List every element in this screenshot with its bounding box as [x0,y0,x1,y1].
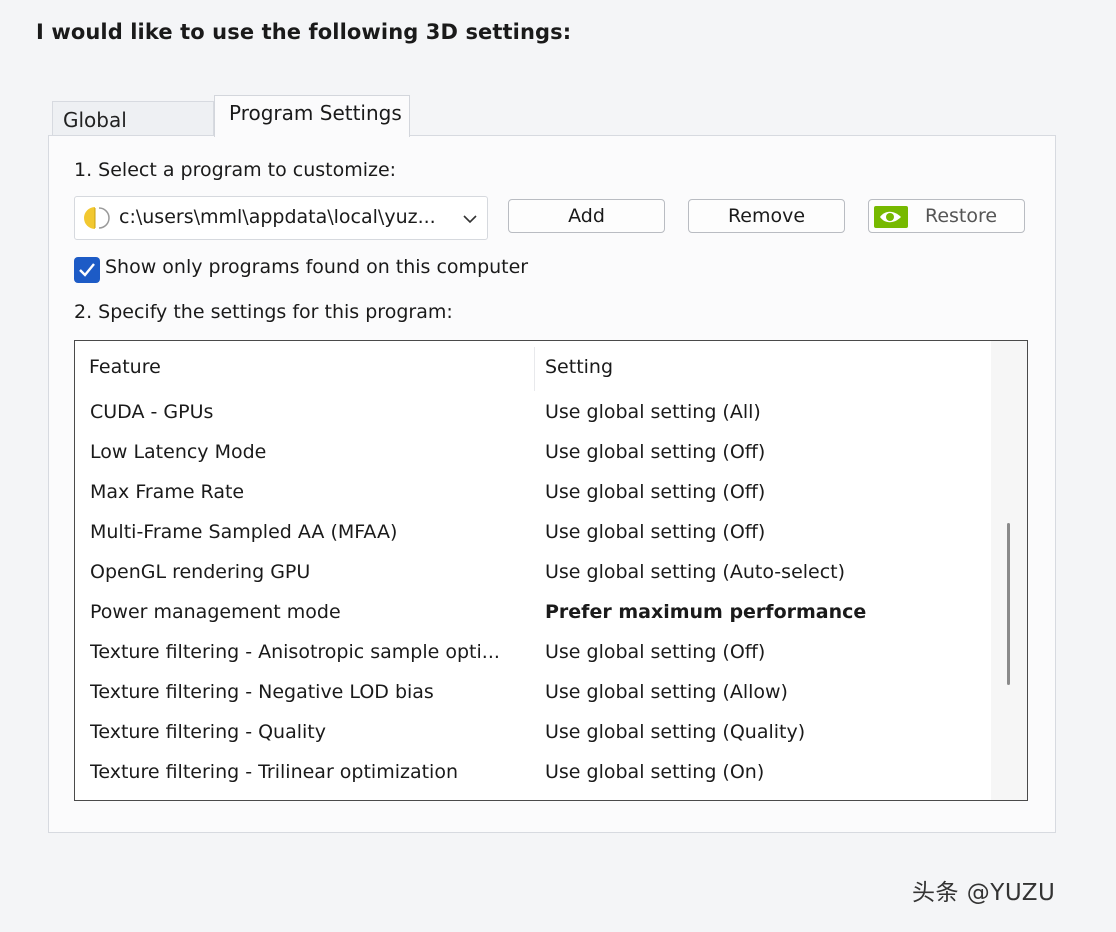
restore-button[interactable]: Restore [868,199,1025,233]
program-dropdown[interactable]: c:\users\mml\appdata\local\yuz... [74,196,488,240]
feature-cell: Multi-Frame Sampled AA (MFAA) [90,521,398,543]
show-only-programs-checkbox[interactable] [74,257,100,283]
setting-cell[interactable]: Prefer maximum performance [545,601,866,623]
program-path-text: c:\users\mml\appdata\local\yuz... [119,206,436,228]
nvidia-logo-icon [874,206,908,228]
select-program-label: 1. Select a program to customize: [74,159,397,181]
checkmark-icon [79,263,95,277]
table-row[interactable]: Texture filtering - Trilinear optimizati… [75,752,991,792]
feature-cell: Texture filtering - Quality [90,721,326,743]
setting-cell[interactable]: Use global setting (Off) [545,481,765,503]
yuzu-app-icon [83,205,111,231]
setting-cell[interactable]: Use global setting (Off) [545,441,765,463]
feature-cell: Power management mode [90,601,341,623]
feature-cell: Texture filtering - Anisotropic sample o… [90,641,500,663]
column-header-setting[interactable]: Setting [545,356,613,378]
feature-cell: CUDA - GPUs [90,401,214,423]
setting-cell[interactable]: Use global setting (On) [545,761,764,783]
table-row[interactable]: Texture filtering - Quality Use global s… [75,712,991,752]
tab-global-settings[interactable]: Global Settings [52,101,214,156]
settings-table[interactable]: Feature Setting CUDA - GPUs Use global s… [74,340,1028,801]
setting-cell[interactable]: Use global setting (Quality) [545,721,805,743]
table-row[interactable]: Texture filtering - Negative LOD bias Us… [75,672,991,712]
setting-cell[interactable]: Use global setting (Off) [545,641,765,663]
feature-cell: Max Frame Rate [90,481,245,503]
show-only-programs-label[interactable]: Show only programs found on this compute… [105,256,528,278]
chevron-down-icon[interactable] [461,211,479,225]
remove-button[interactable]: Remove [688,199,845,233]
table-row[interactable]: OpenGL rendering GPU Use global setting … [75,552,991,592]
feature-cell: Texture filtering - Trilinear optimizati… [90,761,459,783]
feature-cell: Low Latency Mode [90,441,267,463]
specify-settings-label: 2. Specify the settings for this program… [74,301,453,323]
table-row[interactable]: Multi-Frame Sampled AA (MFAA) Use global… [75,512,991,552]
setting-cell[interactable]: Use global setting (Allow) [545,681,788,703]
table-row[interactable]: Max Frame Rate Use global setting (Off) [75,472,991,512]
feature-cell: Texture filtering - Negative LOD bias [90,681,434,703]
vertical-scrollbar[interactable] [991,341,1027,800]
feature-cell: OpenGL rendering GPU [90,561,311,583]
page-heading: I would like to use the following 3D set… [36,20,572,44]
column-divider[interactable] [534,347,535,391]
table-row[interactable]: Low Latency Mode Use global setting (Off… [75,432,991,472]
scrollbar-thumb[interactable] [1007,523,1010,685]
watermark-text: 头条 @YUZU [912,880,1056,906]
setting-cell[interactable]: Use global setting (Auto-select) [545,561,845,583]
setting-cell[interactable]: Use global setting (Off) [545,521,765,543]
restore-button-label: Restore [925,205,998,227]
table-row[interactable]: Texture filtering - Anisotropic sample o… [75,632,991,672]
add-button[interactable]: Add [508,199,665,233]
setting-cell[interactable]: Use global setting (All) [545,401,761,423]
table-row[interactable]: Power management mode Prefer maximum per… [75,592,991,632]
tab-program-settings[interactable]: Program Settings [214,95,410,137]
table-row[interactable]: CUDA - GPUs Use global setting (All) [75,392,991,432]
column-header-feature[interactable]: Feature [89,356,161,378]
